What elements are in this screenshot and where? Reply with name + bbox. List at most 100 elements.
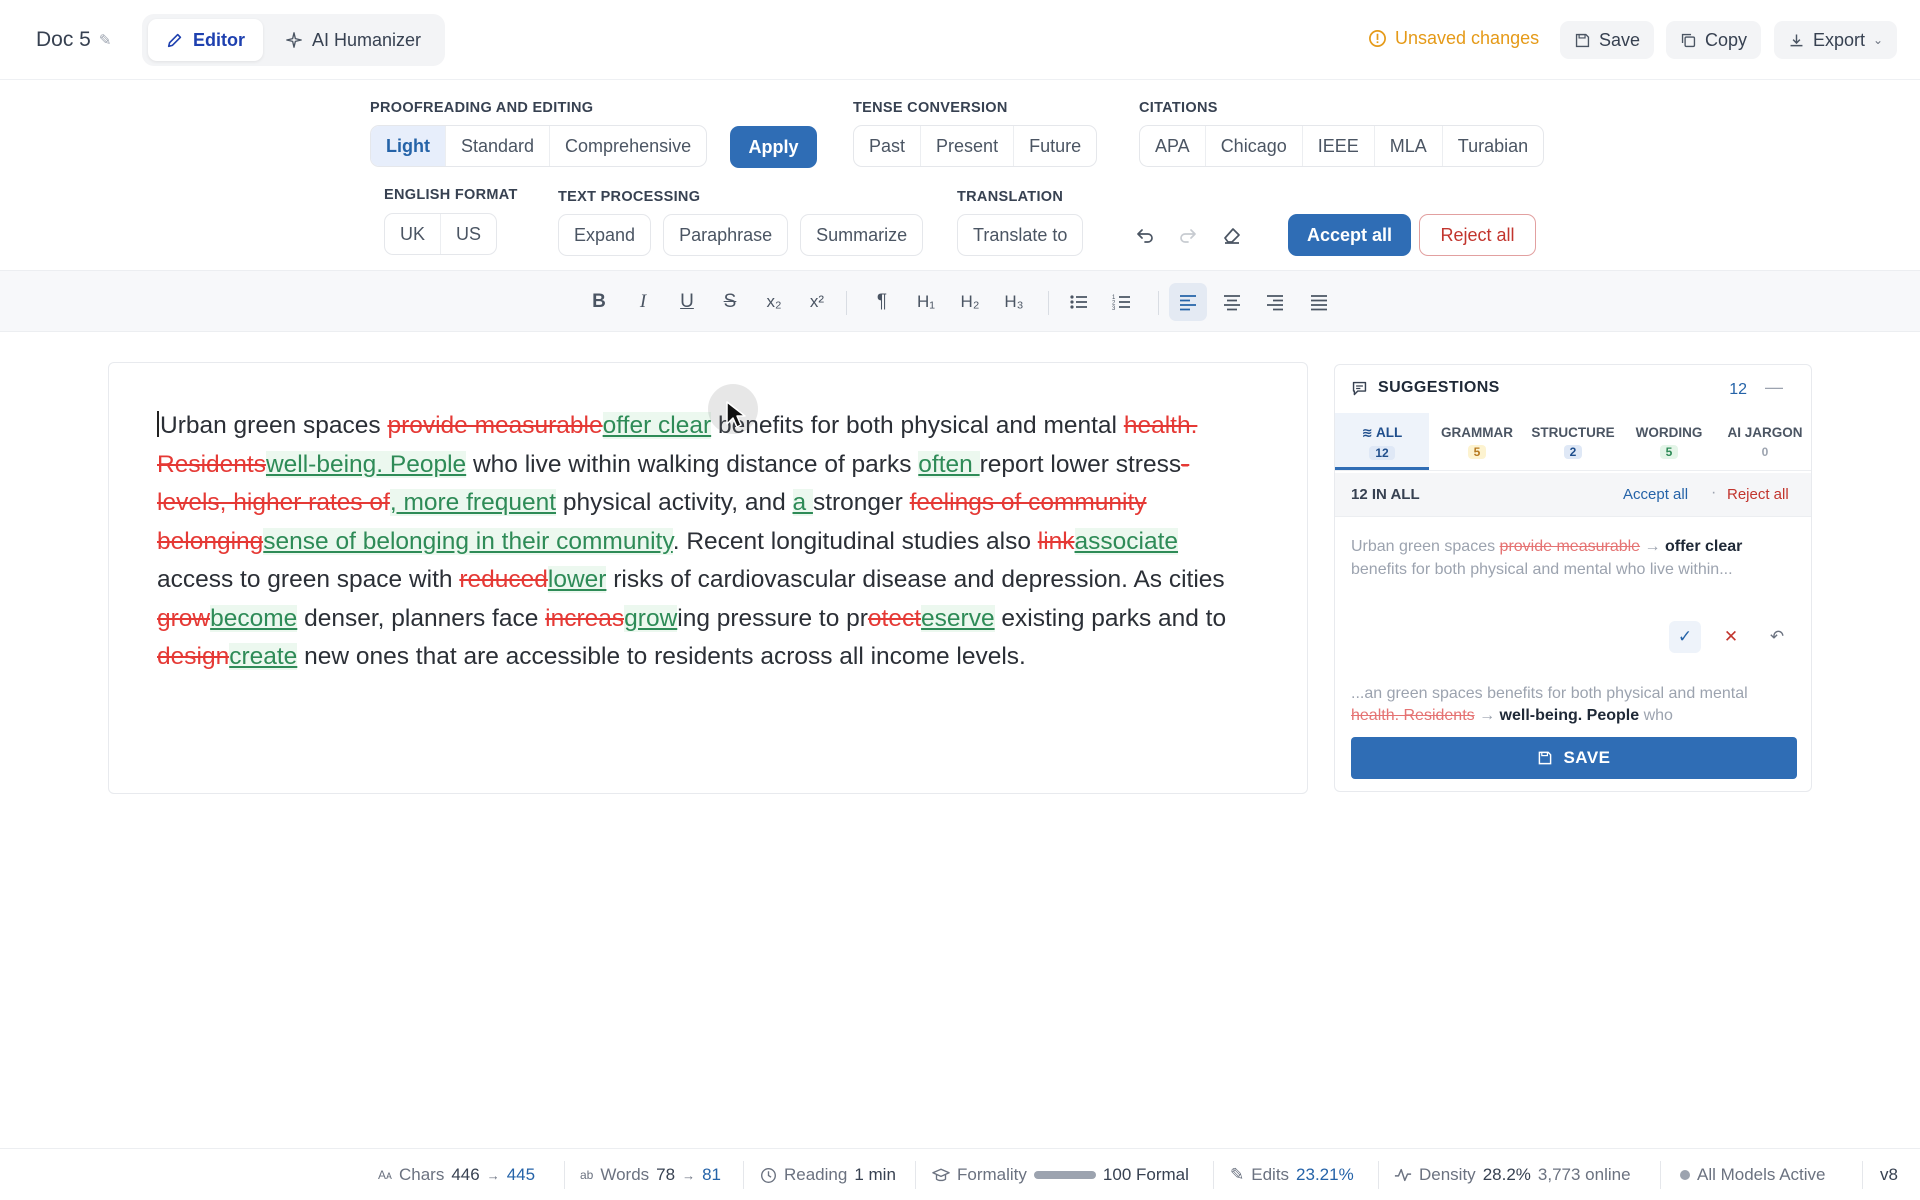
deleted-text[interactable]: reduced <box>459 566 548 593</box>
italic-button[interactable]: I <box>624 283 662 321</box>
words-label: Words <box>600 1165 650 1184</box>
svg-text:3: 3 <box>1112 306 1116 312</box>
deleted-text[interactable]: increas <box>545 605 624 632</box>
separator-dot: · <box>1711 484 1717 501</box>
tense-future[interactable]: Future <box>1014 126 1096 166</box>
suggestion-actions: ✓ ✕ ↶ <box>1669 621 1793 653</box>
body-text: physical activity, and <box>556 489 793 516</box>
deleted-text[interactable]: provide measurable <box>387 412 602 439</box>
inserted-text[interactable]: create <box>229 643 298 670</box>
inserted-text[interactable]: offer clear <box>602 412 712 439</box>
paraphrase-button[interactable]: Paraphrase <box>663 214 789 256</box>
suggestion-deleted: provide measurable <box>1499 538 1641 555</box>
suggestion-card[interactable]: Urban green spaces provide measurable → … <box>1351 535 1797 581</box>
accept-check-icon[interactable]: ✓ <box>1669 621 1701 653</box>
editor-area[interactable]: Urban green spaces provide measurableoff… <box>108 362 1308 794</box>
inserted-text[interactable]: lower <box>547 566 607 593</box>
deleted-text[interactable]: link <box>1038 528 1075 555</box>
panel-reject-all-link[interactable]: Reject all <box>1727 486 1789 503</box>
tab-ai-humanizer[interactable]: AI Humanizer <box>267 19 439 61</box>
copy-button[interactable]: Copy <box>1666 21 1762 59</box>
copy-icon <box>1681 33 1696 47</box>
suggestion-context-after: benefits for both physical and mental wh… <box>1351 561 1733 578</box>
eraser-icon[interactable] <box>1219 222 1245 248</box>
inserted-text[interactable]: sense of belonging in their community <box>263 527 673 555</box>
heading2-button[interactable]: H₂ <box>951 283 989 321</box>
deleted-text[interactable]: design <box>157 643 229 670</box>
rename-pencil-icon[interactable]: ✎ <box>99 31 112 49</box>
align-left-icon[interactable] <box>1169 283 1207 321</box>
inserted-text[interactable]: , more frequent <box>389 489 557 516</box>
tab-editor[interactable]: Editor <box>148 19 263 61</box>
citation-chicago[interactable]: Chicago <box>1206 126 1303 166</box>
align-right-icon[interactable] <box>1256 283 1294 321</box>
inserted-text[interactable]: often <box>918 450 980 478</box>
underline-button[interactable]: U <box>668 283 706 321</box>
proofreading-label: PROOFREADING AND EDITING <box>370 100 594 116</box>
reject-x-icon[interactable]: ✕ <box>1715 621 1747 653</box>
redo-icon[interactable] <box>1175 222 1201 248</box>
align-center-icon[interactable] <box>1213 283 1251 321</box>
divider <box>915 1161 916 1189</box>
bullet-list-icon[interactable] <box>1060 283 1098 321</box>
tense-past[interactable]: Past <box>854 126 922 166</box>
level-light[interactable]: Light <box>371 126 446 166</box>
level-standard[interactable]: Standard <box>446 126 551 166</box>
editor-text[interactable]: Urban green spaces provide measurableoff… <box>157 407 1237 677</box>
format-uk[interactable]: UK <box>385 214 442 254</box>
citation-apa[interactable]: APA <box>1140 126 1206 166</box>
superscript-button[interactable]: x² <box>798 283 836 321</box>
align-justify-icon[interactable] <box>1300 283 1338 321</box>
undo-suggestion-icon[interactable]: ↶ <box>1761 621 1793 653</box>
inserted-text[interactable]: become <box>210 604 298 632</box>
tab-ai-jargon[interactable]: AI JARGON 0 <box>1717 413 1811 470</box>
reject-all-button[interactable]: Reject all <box>1419 214 1536 256</box>
models-status-text: All Models Active <box>1697 1165 1826 1184</box>
tab-grammar[interactable]: GRAMMAR 5 <box>1429 413 1525 470</box>
inserted-text[interactable]: grow <box>624 604 678 632</box>
suggestion-card[interactable]: ...an green spaces benefits for both phy… <box>1351 683 1797 727</box>
tense-present[interactable]: Present <box>921 126 1015 166</box>
panel-accept-all-link[interactable]: Accept all <box>1623 486 1688 503</box>
numbered-list-icon[interactable]: 123 <box>1103 283 1141 321</box>
heading3-button[interactable]: H₃ <box>995 283 1033 321</box>
apply-button[interactable]: Apply <box>730 126 817 168</box>
tab-wording[interactable]: WORDING 5 <box>1621 413 1717 470</box>
tab-all-count: 12 <box>1369 446 1395 460</box>
body-text: Urban green spaces <box>160 412 388 439</box>
export-button[interactable]: Export ⌄ <box>1774 21 1898 59</box>
citation-ieee[interactable]: IEEE <box>1303 126 1375 166</box>
citation-turabian[interactable]: Turabian <box>1443 126 1543 166</box>
graduation-cap-icon <box>932 1168 950 1181</box>
translate-to-button[interactable]: Translate to <box>958 215 1082 255</box>
tab-all[interactable]: ≋ ALL 12 <box>1335 413 1429 470</box>
tab-structure[interactable]: STRUCTURE 2 <box>1525 413 1621 470</box>
save-button[interactable]: Save <box>1560 21 1655 59</box>
accept-all-button[interactable]: Accept all <box>1288 214 1411 256</box>
citation-mla[interactable]: MLA <box>1375 126 1443 166</box>
inserted-text[interactable]: a <box>792 489 813 516</box>
inserted-text[interactable]: associate <box>1074 527 1179 555</box>
level-comprehensive[interactable]: Comprehensive <box>550 126 706 166</box>
doc-title[interactable]: Doc 5 ✎ <box>36 28 111 52</box>
doc-title-text[interactable]: Doc 5 <box>36 28 91 52</box>
citations-label: CITATIONS <box>1139 100 1218 116</box>
minimize-icon[interactable]: — <box>1765 377 1783 398</box>
undo-icon[interactable] <box>1132 222 1158 248</box>
panel-save-button[interactable]: SAVE <box>1351 737 1797 779</box>
strikethrough-button[interactable]: S <box>711 283 749 321</box>
deleted-text[interactable]: otect <box>868 605 921 632</box>
mode-tabs: Editor AI Humanizer <box>142 14 446 66</box>
tab-ai-jargon-label: AI JARGON <box>1727 425 1803 440</box>
subscript-button[interactable]: x₂ <box>755 283 793 321</box>
inserted-text[interactable]: eserve <box>921 604 995 632</box>
expand-button[interactable]: Expand <box>558 214 652 256</box>
deleted-text[interactable]: grow <box>157 605 210 632</box>
reading-stat: Reading 1 min <box>760 1165 896 1185</box>
heading1-button[interactable]: H₁ <box>907 283 945 321</box>
format-us[interactable]: US <box>441 214 496 254</box>
inserted-text[interactable]: well-being. People <box>265 450 467 478</box>
paragraph-button[interactable]: ¶ <box>863 283 901 321</box>
bold-button[interactable]: B <box>580 283 618 321</box>
summarize-button[interactable]: Summarize <box>800 214 924 256</box>
